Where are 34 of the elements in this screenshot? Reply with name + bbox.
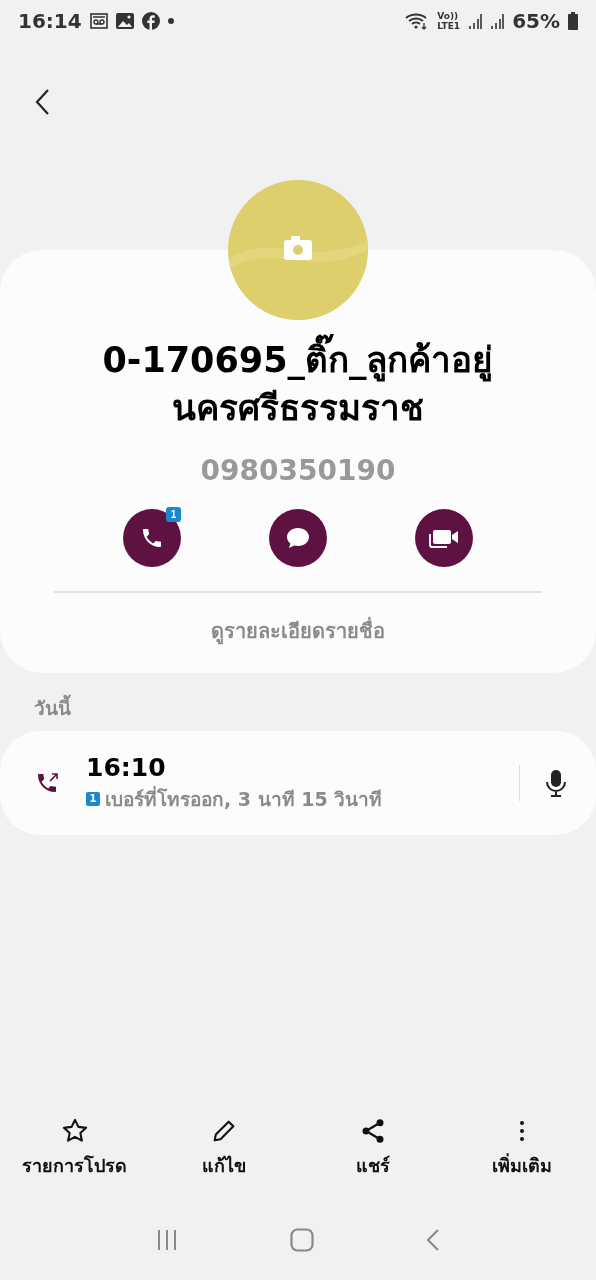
battery-percent: 65%	[512, 9, 560, 33]
call-time: 16:10	[86, 752, 167, 782]
contact-name: 0-170695_ติ๊ก_ลูกค้าอยู่นครศรีธรรมราช	[83, 336, 513, 432]
video-button[interactable]	[415, 509, 473, 567]
voicemail-icon	[89, 13, 108, 29]
recent-apps-icon[interactable]	[156, 1229, 178, 1251]
status-time: 16:14	[18, 9, 82, 33]
call-button[interactable]: 1	[123, 509, 181, 567]
chat-bubble-icon	[285, 526, 311, 550]
dot-icon	[167, 18, 174, 24]
gallery-icon	[115, 13, 134, 29]
network-label: LTE1	[437, 21, 461, 31]
back-icon[interactable]	[34, 88, 50, 116]
sim-badge: 1	[166, 507, 181, 522]
outgoing-call-icon	[36, 771, 60, 795]
phone-icon	[140, 526, 164, 550]
more-action[interactable]: เพิ่มเติม	[451, 1117, 592, 1180]
star-icon	[60, 1117, 89, 1145]
star-action[interactable]: รายการโปรด	[4, 1117, 145, 1180]
volte-label: Vo))	[437, 11, 460, 21]
call-detail: เบอร์ที่โทรออก, 3 นาที 15 วินาที	[105, 785, 383, 812]
signal-icon	[468, 13, 483, 29]
edit-action[interactable]: แก้ไข	[153, 1117, 294, 1180]
share-action[interactable]: แชร์	[302, 1117, 443, 1180]
microphone-icon[interactable]	[546, 769, 566, 797]
facebook-icon	[141, 12, 160, 30]
battery-icon	[568, 12, 578, 30]
section-heading: วันนี้	[0, 673, 596, 729]
call-log-entry[interactable]: 16:10 1 เบอร์ที่โทรออก, 3 นาที 15 วินาที	[0, 731, 596, 835]
message-button[interactable]	[269, 509, 327, 567]
home-icon[interactable]	[290, 1228, 314, 1252]
signal-icon	[490, 13, 505, 29]
sim-badge: 1	[86, 791, 100, 806]
phone-number: 0980350190	[200, 454, 396, 487]
